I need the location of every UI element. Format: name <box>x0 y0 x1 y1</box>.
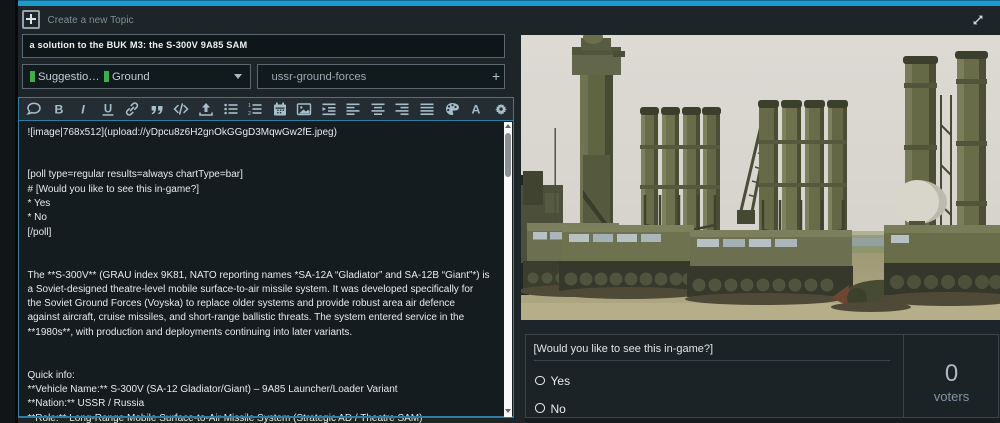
svg-text:I: I <box>81 102 85 116</box>
svg-text:A: A <box>472 102 481 116</box>
svg-text:1: 1 <box>248 103 251 109</box>
svg-text:U: U <box>104 103 112 115</box>
svg-text:B: B <box>54 102 63 116</box>
svg-text:2: 2 <box>248 111 251 117</box>
